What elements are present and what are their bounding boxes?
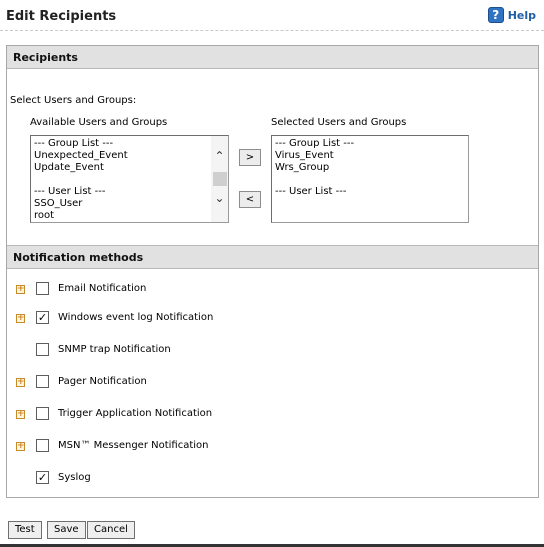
available-list-option[interactable]: Unexpected_Event (34, 150, 225, 162)
selected-list-option[interactable] (275, 174, 465, 186)
available-list-option[interactable]: root (34, 210, 225, 222)
notification-method-label: Trigger Application Notification (58, 408, 213, 419)
selected-list-option[interactable]: --- Group List --- (275, 138, 465, 150)
available-list-option[interactable]: SSO_User (34, 198, 225, 210)
available-list-label: Available Users and Groups (30, 117, 168, 128)
notification-checkbox[interactable] (36, 282, 49, 295)
notification-method-row: + MSN™ Messenger Notification (7, 439, 538, 457)
page-title: Edit Recipients (6, 9, 117, 24)
notification-method-label: SNMP trap Notification (58, 344, 171, 355)
notification-method-row: ✓ Syslog (7, 471, 538, 489)
notification-method-label: Windows event log Notification (58, 312, 214, 323)
chevron-down-icon[interactable]: ⌄ (211, 192, 228, 206)
chevron-up-icon[interactable]: ⌃ (211, 150, 228, 164)
save-button[interactable]: Save (47, 521, 86, 539)
select-users-label: Select Users and Groups: (10, 95, 137, 106)
available-users-list[interactable]: --- Group List --- Unexpected_Event Update… (30, 135, 229, 223)
settings-panel: Recipients Select Users and Groups: Avai… (6, 45, 539, 498)
expand-plus-icon[interactable]: + (16, 314, 25, 323)
available-list-scrollbar[interactable]: ⌃ ⌄ (211, 136, 228, 222)
notification-checkbox[interactable] (36, 439, 49, 452)
available-list-option[interactable] (34, 174, 225, 186)
notification-method-row: + Pager Notification (7, 375, 538, 393)
help-link[interactable]: ? Help (487, 7, 536, 23)
test-button[interactable]: Test (8, 521, 42, 539)
help-label[interactable]: Help (508, 9, 536, 22)
notification-method-label: MSN™ Messenger Notification (58, 440, 209, 451)
add-recipient-button[interactable]: > (239, 149, 261, 166)
selected-list-label: Selected Users and Groups (271, 117, 407, 128)
expand-plus-icon[interactable]: + (16, 442, 25, 451)
notification-checkbox[interactable] (36, 375, 49, 388)
scrollbar-thumb[interactable] (213, 172, 227, 186)
recipients-header: Recipients (7, 46, 538, 69)
selected-list-option[interactable]: Virus_Event (275, 150, 465, 162)
notification-method-row: + ✓ Windows event log Notification (7, 311, 538, 329)
cancel-button[interactable]: Cancel (87, 521, 135, 539)
available-list-option[interactable]: Update_Event (34, 162, 225, 174)
notification-method-label: Email Notification (58, 283, 147, 294)
selected-users-list[interactable]: --- Group List --- Virus_Event Wrs_Group --… (271, 135, 469, 223)
expand-plus-icon[interactable]: + (16, 285, 25, 294)
notification-checkbox[interactable]: ✓ (36, 311, 49, 324)
remove-recipient-button[interactable]: < (239, 191, 261, 208)
notification-method-row: SNMP trap Notification (7, 343, 538, 361)
available-list-option[interactable]: --- User List --- (34, 186, 225, 198)
available-list-option[interactable]: --- Group List --- (34, 138, 225, 150)
notification-checkbox[interactable] (36, 407, 49, 420)
selected-list-option[interactable]: Wrs_Group (275, 162, 465, 174)
notification-method-row: + Email Notification (7, 282, 538, 300)
help-icon[interactable]: ? (487, 7, 504, 23)
notification-methods-header: Notification methods (7, 245, 538, 269)
notification-method-label: Syslog (58, 472, 91, 483)
selected-list-option[interactable]: --- User List --- (275, 186, 465, 198)
notification-checkbox[interactable]: ✓ (36, 471, 49, 484)
notification-method-row: + Trigger Application Notification (7, 407, 538, 425)
expand-plus-icon[interactable]: + (16, 410, 25, 419)
notification-checkbox[interactable] (36, 343, 49, 356)
notification-method-label: Pager Notification (58, 376, 147, 387)
expand-plus-icon[interactable]: + (16, 378, 25, 387)
title-divider (0, 30, 544, 31)
